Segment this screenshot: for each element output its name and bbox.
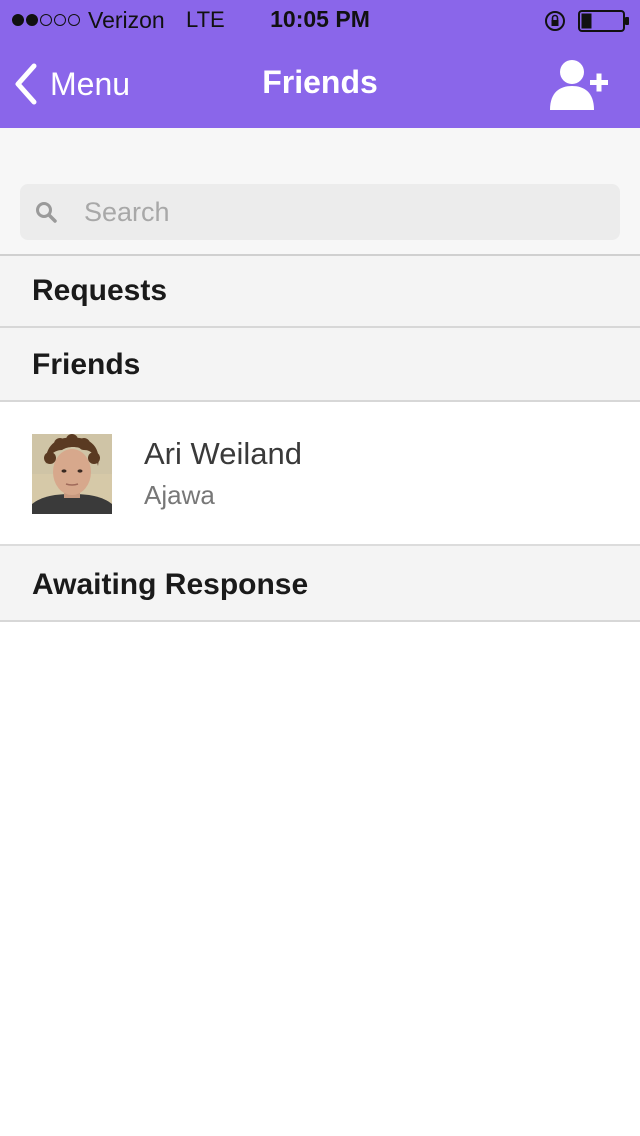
app-header: Verizon LTE 10:05 PM Menu Friends: [0, 0, 640, 128]
add-user-icon[interactable]: [548, 56, 612, 112]
section-header-friends: Friends: [0, 328, 640, 402]
section-title-friends: Friends: [32, 348, 141, 381]
status-bar: Verizon LTE 10:05 PM: [0, 0, 640, 40]
friend-list-item[interactable]: Ari Weiland Ajawa: [0, 402, 640, 546]
section-header-requests: Requests: [0, 256, 640, 328]
search-icon: [36, 202, 57, 223]
nav-bar: Menu Friends: [0, 40, 640, 128]
section-title-awaiting-response: Awaiting Response: [32, 568, 309, 601]
section-title-requests: Requests: [32, 274, 168, 307]
search-area: [0, 128, 640, 256]
search-box[interactable]: [20, 184, 620, 240]
page-title: Friends: [262, 64, 378, 100]
avatar: [32, 434, 112, 514]
rotation-lock-icon: [545, 11, 565, 31]
friend-name: Ari Weiland: [144, 436, 302, 471]
friend-username: Ajawa: [144, 480, 215, 510]
search-input[interactable]: [84, 184, 604, 240]
battery-icon: [578, 10, 629, 32]
section-header-awaiting-response: Awaiting Response: [0, 546, 640, 622]
